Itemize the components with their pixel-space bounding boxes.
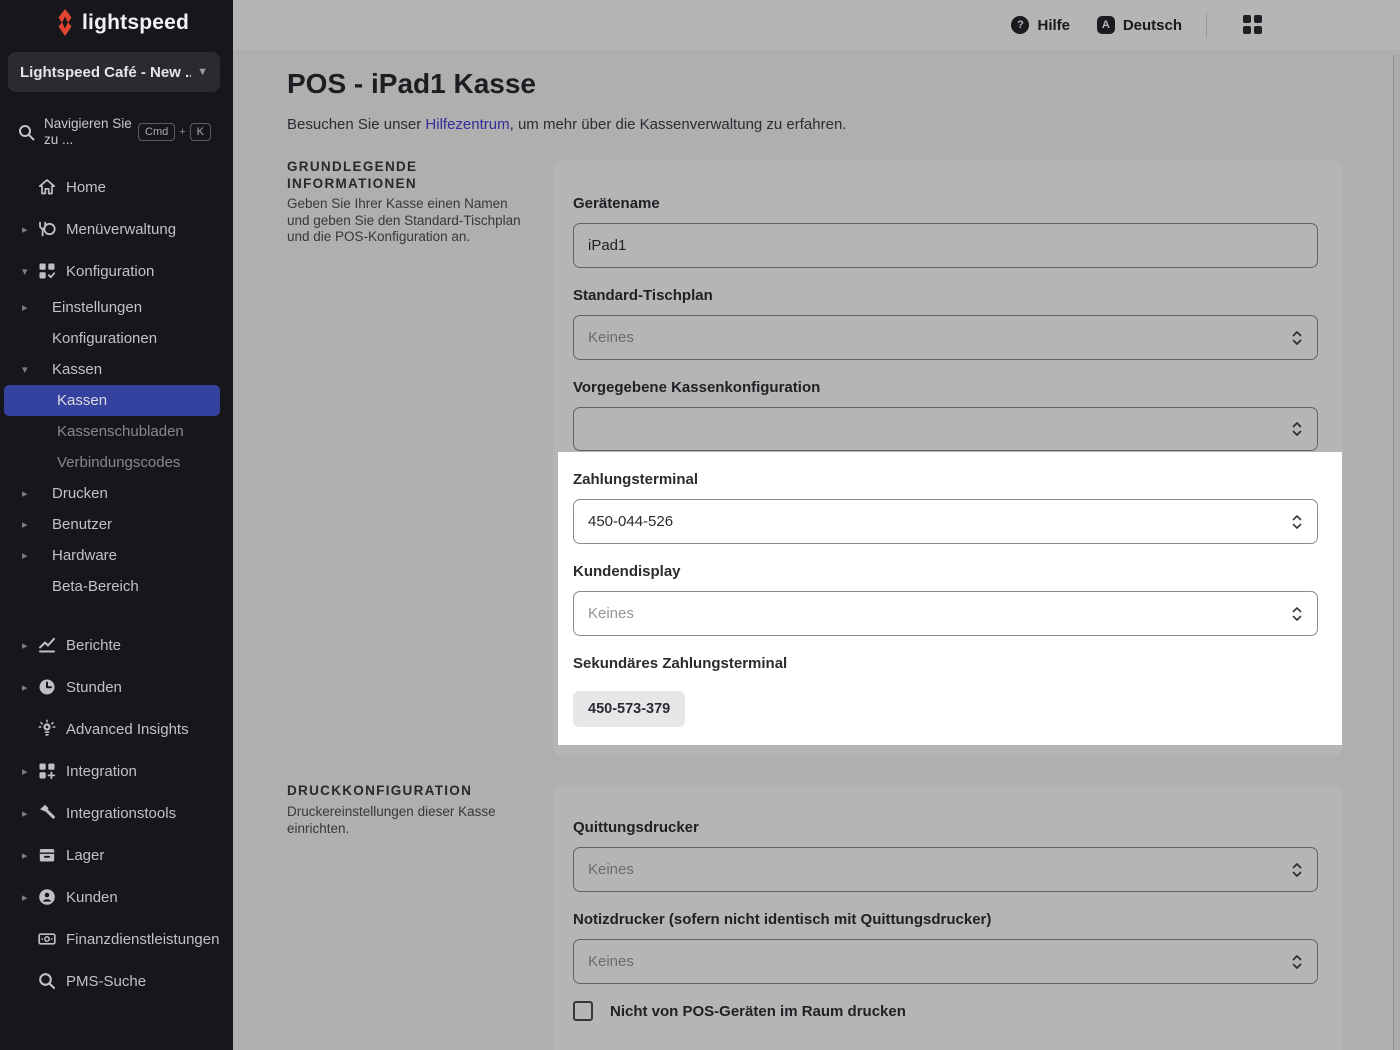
chevron-down-icon[interactable]: ▾ [22, 265, 34, 278]
sidebar-item-label: Home [66, 179, 106, 196]
person-icon [37, 887, 57, 907]
sidebar-item-konfiguration[interactable]: ▾ Konfiguration [0, 250, 233, 292]
sidebar-nav: Home ▸ Menüverwaltung ▾ Konfiguration ▸ Einste… [0, 166, 233, 1002]
sidebar-item-label: Lager [66, 847, 104, 864]
search-placeholder: Navigieren Sie zu ... [44, 116, 136, 148]
sidebar-item-einstellungen[interactable]: ▸ Einstellungen [0, 292, 233, 323]
sidebar-item-label: Hardware [52, 547, 117, 564]
chevron-down-icon: ▼ [197, 66, 208, 78]
sidebar-item-integrationstools[interactable]: ▸ Integrationstools [0, 792, 233, 834]
sidebar-item-advanced-insights[interactable]: Advanced Insights [0, 708, 233, 750]
sidebar-item-berichte[interactable]: ▸ Berichte [0, 624, 233, 666]
chevron-right-icon[interactable]: ▸ [22, 681, 34, 694]
flame-icon [55, 9, 75, 36]
sidebar-item-label: Kassen [57, 392, 107, 409]
sidebar-item-label: Drucken [52, 485, 108, 502]
sidebar-item-kunden[interactable]: ▸ Kunden [0, 876, 233, 918]
payment-terminal-select[interactable]: 450-044-526 [573, 499, 1318, 544]
home-icon [37, 177, 57, 197]
logo-wordmark: lightspeed [82, 11, 189, 35]
chart-icon [37, 635, 57, 655]
sidebar-item-hardware[interactable]: ▸ Hardware [0, 540, 233, 571]
sidebar-item-label: Advanced Insights [66, 721, 189, 738]
sidebar-item-label: Berichte [66, 637, 121, 654]
kbd-cmd: Cmd [138, 123, 175, 141]
sidebar-item-lager[interactable]: ▸ Lager [0, 834, 233, 876]
clock-icon [37, 677, 57, 697]
sidebar-item-label: Integrationstools [66, 805, 176, 822]
grid-plus-icon [37, 761, 57, 781]
business-selector-label: Lightspeed Café - New ... [20, 64, 191, 81]
sidebar-item-label: Einstellungen [52, 299, 142, 316]
sidebar-item-home[interactable]: Home [0, 166, 233, 208]
customer-display-label: Kundendisplay [573, 563, 1318, 580]
spotlight-section: Zahlungsterminal 450-044-526 Kundendispl… [558, 452, 1342, 745]
drawer-icon [37, 845, 57, 865]
sidebar-item-label: Menüverwaltung [66, 221, 176, 238]
sidebar-item-label: Kassenschubladen [57, 423, 184, 440]
chevron-right-icon[interactable]: ▸ [22, 639, 34, 652]
customer-display-select[interactable]: Keines [573, 591, 1318, 636]
chevron-right-icon[interactable]: ▸ [22, 765, 34, 778]
secondary-terminal-chip[interactable]: 450-573-379 [573, 691, 685, 727]
lightspeed-logo[interactable]: lightspeed [55, 9, 189, 36]
secondary-terminal-label: Sekundäres Zahlungsterminal [573, 655, 1318, 672]
chevron-right-icon[interactable]: ▸ [22, 849, 34, 862]
chevron-right-icon[interactable]: ▸ [22, 487, 34, 500]
chevron-right-icon[interactable]: ▸ [22, 301, 34, 314]
sidebar-item-kassenschubladen[interactable]: Kassenschubladen [0, 416, 233, 447]
sidebar-item-beta-bereich[interactable]: Beta-Bereich [0, 571, 233, 602]
sidebar-item-men-verwaltung[interactable]: ▸ Menüverwaltung [0, 208, 233, 250]
sidebar-item-label: Finanzdienstleistungen [66, 931, 219, 948]
sidebar-item-finanzdienstleistungen[interactable]: Finanzdienstleistungen [0, 918, 233, 960]
sidebar-item-stunden[interactable]: ▸ Stunden [0, 666, 233, 708]
chevron-right-icon[interactable]: ▸ [22, 549, 34, 562]
chevron-down-icon[interactable]: ▾ [22, 363, 34, 376]
chevron-right-icon[interactable]: ▸ [22, 891, 34, 904]
sidebar-item-label: Kassen [52, 361, 102, 378]
sidebar-item-label: Benutzer [52, 516, 112, 533]
sidebar-item-pms-suche[interactable]: PMS-Suche [0, 960, 233, 1002]
sidebar-item-integration[interactable]: ▸ Integration [0, 750, 233, 792]
bulb-icon [37, 719, 57, 739]
business-selector[interactable]: Lightspeed Café - New ... ▼ [8, 52, 220, 92]
sidebar-item-label: Beta-Bereich [52, 578, 139, 595]
app-window: lightspeed Lightspeed Café - New ... ▼ N… [0, 0, 1400, 1050]
dining-icon [37, 219, 57, 239]
global-search[interactable]: Navigieren Sie zu ... Cmd + K [0, 110, 233, 154]
chevron-right-icon[interactable]: ▸ [22, 223, 34, 236]
sidebar-item-benutzer[interactable]: ▸ Benutzer [0, 509, 233, 540]
sidebar-item-verbindungscodes[interactable]: Verbindungscodes [0, 447, 233, 478]
sidebar-item-label: Integration [66, 763, 137, 780]
sidebar-item-konfigurationen[interactable]: Konfigurationen [0, 323, 233, 354]
sidebar: lightspeed Lightspeed Café - New ... ▼ N… [0, 0, 233, 1050]
sidebar-item-label: Konfigurationen [52, 330, 157, 347]
search-icon [18, 124, 35, 141]
select-stepper-icon [1291, 513, 1303, 531]
sidebar-item-kassen[interactable]: ▾ Kassen [0, 354, 233, 385]
kbd-k: K [190, 123, 211, 141]
sidebar-item-label: Stunden [66, 679, 122, 696]
sidebar-item-label: PMS-Suche [66, 973, 146, 990]
sidebar-item-kassen[interactable]: Kassen [4, 385, 220, 416]
chevron-right-icon[interactable]: ▸ [22, 807, 34, 820]
grid-check-icon [37, 261, 57, 281]
banknote-icon [37, 929, 57, 949]
search-icon [37, 971, 57, 991]
sidebar-item-drucken[interactable]: ▸ Drucken [0, 478, 233, 509]
chevron-right-icon[interactable]: ▸ [22, 518, 34, 531]
sidebar-item-label: Konfiguration [66, 263, 154, 280]
select-stepper-icon [1291, 605, 1303, 623]
search-shortcut: Cmd + K [138, 123, 211, 141]
sidebar-item-label: Kunden [66, 889, 118, 906]
sidebar-item-label: Verbindungscodes [57, 454, 180, 471]
hammer-icon [37, 803, 57, 823]
payment-terminal-label: Zahlungsterminal [573, 471, 1318, 488]
